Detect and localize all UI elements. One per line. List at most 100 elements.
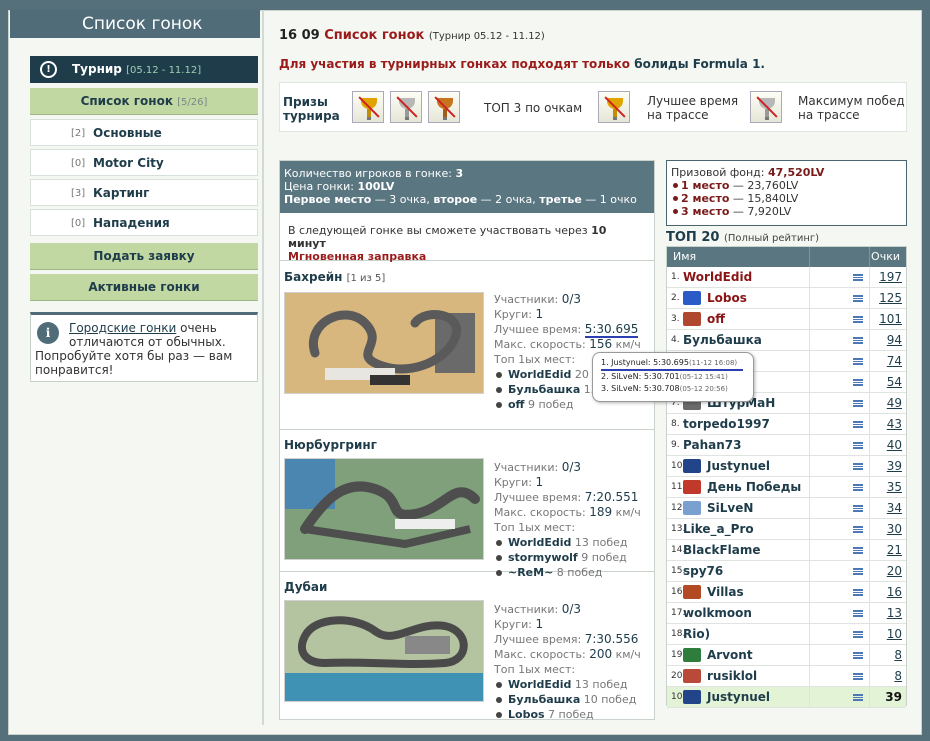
leaderboard-row[interactable]: 16. Villas 16: [667, 582, 906, 603]
leaderboard-row[interactable]: 4. Бульбашка 94: [667, 330, 906, 351]
player-name[interactable]: SiLveN: [707, 498, 753, 518]
player-points[interactable]: 54: [887, 372, 902, 392]
city-races-link[interactable]: Городские гонки: [69, 321, 176, 335]
stats-icon[interactable]: [853, 379, 863, 386]
leaderboard-row[interactable]: 2. Lobos 125: [667, 288, 906, 309]
category-motor-city[interactable]: [0] Motor City: [30, 149, 258, 176]
stats-icon[interactable]: [853, 610, 863, 617]
track-dubai[interactable]: Дубаи Участники: 0/3 Круги: 1 Лучшее вре…: [280, 572, 654, 721]
best-time-value[interactable]: 7:30.556: [585, 632, 639, 646]
player-points[interactable]: 16: [887, 582, 902, 602]
category-karting[interactable]: [3] Картинг: [30, 179, 258, 206]
winner-name[interactable]: Бульбашка: [508, 693, 580, 706]
leaderboard-row[interactable]: 1. WorldEdid 197: [667, 267, 906, 288]
stats-icon[interactable]: [853, 652, 863, 659]
leaderboard-row[interactable]: 15. spy76 20: [667, 561, 906, 582]
category-basic[interactable]: [2] Основные: [30, 119, 258, 146]
winner-name[interactable]: off: [508, 398, 524, 411]
category-attacks[interactable]: [0] Нападения: [30, 209, 258, 236]
player-name[interactable]: rusiklol: [707, 666, 757, 686]
winner-name[interactable]: WorldEdid: [508, 536, 571, 549]
leaderboard-row[interactable]: 14. BlackFlame 21: [667, 540, 906, 561]
player-name[interactable]: wolkmoon: [683, 603, 752, 623]
player-points[interactable]: 8: [894, 645, 902, 665]
stats-icon[interactable]: [853, 337, 863, 344]
stats-icon[interactable]: [853, 442, 863, 449]
leaderboard-row[interactable]: 13. Like_a_Pro 30: [667, 519, 906, 540]
player-points[interactable]: 43: [887, 414, 902, 434]
stats-icon[interactable]: [853, 463, 863, 470]
winner-name[interactable]: WorldEdid: [508, 678, 571, 691]
player-name[interactable]: torpedo1997: [683, 414, 770, 434]
winner-name[interactable]: Lobos: [508, 708, 545, 721]
leaderboard-row[interactable]: 20. rusiklol 8: [667, 666, 906, 687]
track-name[interactable]: Бахрейн [1 из 5]: [284, 270, 385, 284]
stats-icon[interactable]: [853, 295, 863, 302]
stats-icon[interactable]: [853, 316, 863, 323]
track-image[interactable]: [284, 292, 484, 394]
player-points[interactable]: 39: [885, 687, 902, 707]
leaderboard-row[interactable]: 19. Arvont 8: [667, 645, 906, 666]
leaderboard-row[interactable]: 9. Pahan73 40: [667, 435, 906, 456]
leaderboard-row[interactable]: 12. SiLveN 34: [667, 498, 906, 519]
player-points[interactable]: 40: [887, 435, 902, 455]
player-points[interactable]: 101: [879, 309, 902, 329]
stats-icon[interactable]: [853, 526, 863, 533]
track-nurburgring[interactable]: Нюрбургринг Участники: 0/3 Круги: 1 Лучш…: [280, 430, 654, 579]
player-name[interactable]: Rio): [683, 624, 710, 644]
stats-icon[interactable]: [853, 694, 863, 701]
stats-icon[interactable]: [853, 547, 863, 554]
track-bahrain[interactable]: Бахрейн [1 из 5] Участники: 0/3 Круги: 1…: [280, 262, 654, 430]
leaderboard-row[interactable]: 17. wolkmoon 13: [667, 603, 906, 624]
full-rating-link[interactable]: (Полный рейтинг): [724, 233, 819, 244]
player-name[interactable]: Justynuel: [707, 687, 770, 707]
player-points[interactable]: 21: [887, 540, 902, 560]
track-name[interactable]: Нюрбургринг: [284, 438, 377, 452]
stats-icon[interactable]: [853, 631, 863, 638]
stats-icon[interactable]: [853, 484, 863, 491]
stats-icon[interactable]: [853, 568, 863, 575]
leaderboard-row[interactable]: 10. Justynuel 39: [667, 687, 906, 708]
player-name[interactable]: Бульбашка: [683, 330, 762, 350]
best-time-value[interactable]: 5:30.695: [584, 322, 639, 338]
stats-icon[interactable]: [853, 589, 863, 596]
track-image[interactable]: [284, 600, 484, 702]
winner-name[interactable]: Бульбашка: [508, 383, 580, 396]
stats-icon[interactable]: [853, 400, 863, 407]
player-name[interactable]: WorldEdid: [683, 267, 752, 287]
player-points[interactable]: 94: [887, 330, 902, 350]
player-name[interactable]: spy76: [683, 561, 723, 581]
tourney-button[interactable]: ! Турнир [05.12 - 11.12]: [30, 56, 258, 83]
winner-name[interactable]: stormywolf: [508, 551, 578, 564]
player-points[interactable]: 34: [887, 498, 902, 518]
leaderboard-row[interactable]: 3. off 101: [667, 309, 906, 330]
player-name[interactable]: Villas: [707, 582, 744, 602]
leaderboard-row[interactable]: 18. Rio) 10: [667, 624, 906, 645]
player-points[interactable]: 20: [887, 561, 902, 581]
player-points[interactable]: 197: [879, 267, 902, 287]
player-name[interactable]: Pahan73: [683, 435, 741, 455]
player-points[interactable]: 74: [887, 351, 902, 371]
player-points[interactable]: 35: [887, 477, 902, 497]
player-name[interactable]: Justynuel: [707, 456, 770, 476]
apply-button[interactable]: Подать заявку: [30, 243, 258, 270]
stats-icon[interactable]: [853, 274, 863, 281]
track-image[interactable]: [284, 458, 484, 560]
player-points[interactable]: 39: [887, 456, 902, 476]
race-list-button[interactable]: Список гонок [5/26]: [30, 88, 258, 115]
player-name[interactable]: BlackFlame: [683, 540, 761, 560]
stats-icon[interactable]: [853, 421, 863, 428]
stats-icon[interactable]: [853, 505, 863, 512]
player-points[interactable]: 30: [887, 519, 902, 539]
player-name[interactable]: Lobos: [707, 288, 747, 308]
player-name[interactable]: День Победы: [707, 477, 801, 497]
leaderboard-row[interactable]: 11. День Победы 35: [667, 477, 906, 498]
player-points[interactable]: 10: [887, 624, 902, 644]
player-points[interactable]: 125: [879, 288, 902, 308]
stats-icon[interactable]: [853, 673, 863, 680]
winner-name[interactable]: WorldEdid: [508, 368, 571, 381]
best-time-value[interactable]: 7:20.551: [585, 490, 639, 504]
player-points[interactable]: 13: [887, 603, 902, 623]
leaderboard-row[interactable]: 10. Justynuel 39: [667, 456, 906, 477]
player-points[interactable]: 8: [894, 666, 902, 686]
